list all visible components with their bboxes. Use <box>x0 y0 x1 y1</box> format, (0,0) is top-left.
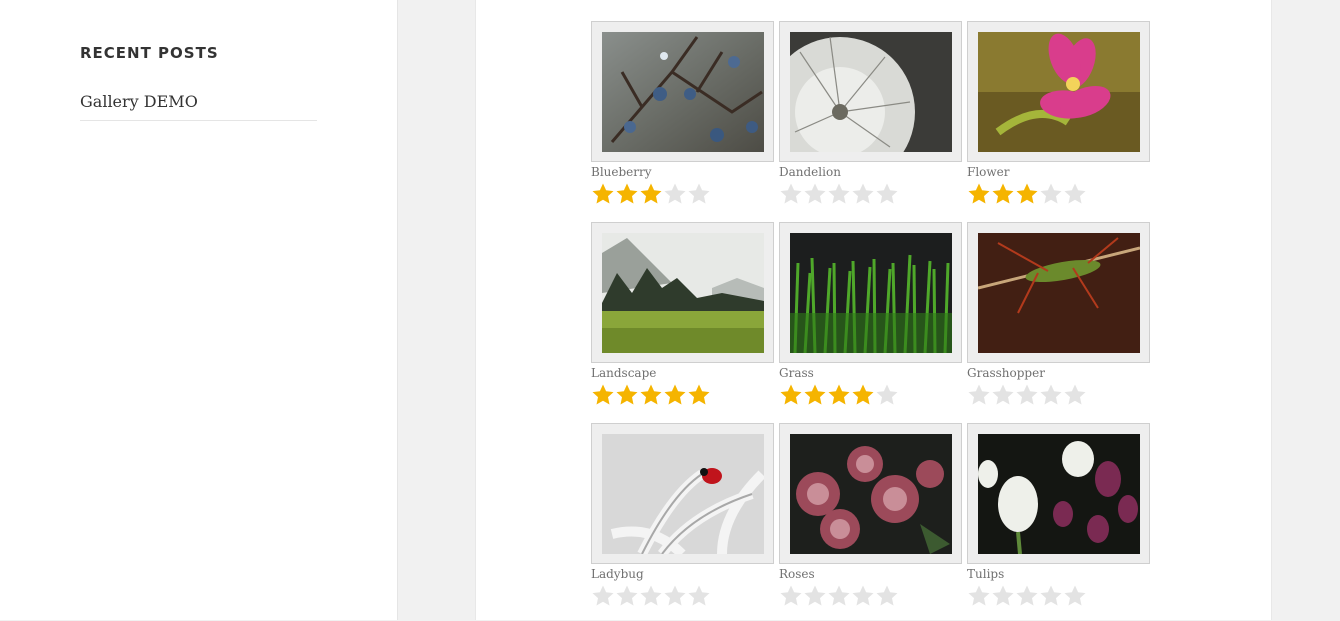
sidebar: RECENT POSTS Gallery DEMO <box>0 0 398 620</box>
gallery-thumbnail[interactable] <box>967 423 1150 564</box>
star-filled-icon[interactable] <box>591 383 615 407</box>
gallery-item-grass: Grass <box>779 222 962 409</box>
star-empty-icon[interactable] <box>591 584 615 608</box>
star-rating[interactable] <box>967 584 1149 610</box>
star-empty-icon[interactable] <box>687 182 711 206</box>
gallery-caption: Grass <box>779 366 814 380</box>
star-empty-icon[interactable] <box>663 182 687 206</box>
blueberry-image <box>602 32 764 152</box>
star-filled-icon[interactable] <box>991 182 1015 206</box>
gallery-caption: Dandelion <box>779 165 841 179</box>
recent-posts-title: RECENT POSTS <box>80 44 219 62</box>
star-empty-icon[interactable] <box>967 584 991 608</box>
star-filled-icon[interactable] <box>803 383 827 407</box>
gallery-grid: Blueberry Dandelion Flower Landscape Gra… <box>591 21 1151 621</box>
star-rating[interactable] <box>779 584 961 610</box>
gallery-caption: Blueberry <box>591 165 652 179</box>
grass-image <box>790 233 952 353</box>
gallery-item-grasshopper: Grasshopper <box>967 222 1150 409</box>
star-empty-icon[interactable] <box>851 584 875 608</box>
gallery-caption: Flower <box>967 165 1010 179</box>
gallery-caption: Roses <box>779 567 815 581</box>
star-empty-icon[interactable] <box>875 182 899 206</box>
star-empty-icon[interactable] <box>687 584 711 608</box>
star-rating[interactable] <box>779 182 961 208</box>
roses-image <box>790 434 952 554</box>
star-filled-icon[interactable] <box>687 383 711 407</box>
star-filled-icon[interactable] <box>827 383 851 407</box>
star-filled-icon[interactable] <box>615 383 639 407</box>
star-filled-icon[interactable] <box>1015 182 1039 206</box>
star-empty-icon[interactable] <box>851 182 875 206</box>
gallery-thumbnail[interactable] <box>591 21 774 162</box>
gallery-item-ladybug: Ladybug <box>591 423 774 610</box>
star-empty-icon[interactable] <box>779 584 803 608</box>
star-empty-icon[interactable] <box>827 182 851 206</box>
star-rating[interactable] <box>779 383 961 409</box>
star-empty-icon[interactable] <box>827 584 851 608</box>
star-empty-icon[interactable] <box>967 383 991 407</box>
gallery-caption: Grasshopper <box>967 366 1045 380</box>
gallery-thumbnail[interactable] <box>779 21 962 162</box>
ladybug-image <box>602 434 764 554</box>
gallery-caption: Ladybug <box>591 567 644 581</box>
star-empty-icon[interactable] <box>875 584 899 608</box>
star-empty-icon[interactable] <box>615 584 639 608</box>
tulips-image <box>978 434 1140 554</box>
star-filled-icon[interactable] <box>639 182 663 206</box>
gallery-caption: Tulips <box>967 567 1005 581</box>
gallery-thumbnail[interactable] <box>591 222 774 363</box>
gallery-item-landscape: Landscape <box>591 222 774 409</box>
star-rating[interactable] <box>967 182 1149 208</box>
gallery-item-tulips: Tulips <box>967 423 1150 610</box>
star-filled-icon[interactable] <box>591 182 615 206</box>
gallery-item-roses: Roses <box>779 423 962 610</box>
gallery-thumbnail[interactable] <box>967 21 1150 162</box>
star-filled-icon[interactable] <box>663 383 687 407</box>
star-rating[interactable] <box>591 182 773 208</box>
gallery-thumbnail[interactable] <box>779 222 962 363</box>
gallery-item-flower: Flower <box>967 21 1150 208</box>
star-rating[interactable] <box>591 383 773 409</box>
star-filled-icon[interactable] <box>851 383 875 407</box>
star-empty-icon[interactable] <box>1015 383 1039 407</box>
star-rating[interactable] <box>967 383 1149 409</box>
star-empty-icon[interactable] <box>639 584 663 608</box>
star-rating[interactable] <box>591 584 773 610</box>
gallery-item-blueberry: Blueberry <box>591 21 774 208</box>
star-empty-icon[interactable] <box>803 182 827 206</box>
gallery-thumbnail[interactable] <box>779 423 962 564</box>
dandelion-image <box>790 32 952 152</box>
star-filled-icon[interactable] <box>779 383 803 407</box>
gallery-caption: Landscape <box>591 366 657 380</box>
star-empty-icon[interactable] <box>803 584 827 608</box>
star-empty-icon[interactable] <box>1063 182 1087 206</box>
star-empty-icon[interactable] <box>1039 383 1063 407</box>
star-filled-icon[interactable] <box>615 182 639 206</box>
star-filled-icon[interactable] <box>639 383 663 407</box>
star-empty-icon[interactable] <box>1063 383 1087 407</box>
gallery-thumbnail[interactable] <box>967 222 1150 363</box>
star-filled-icon[interactable] <box>967 182 991 206</box>
star-empty-icon[interactable] <box>991 584 1015 608</box>
star-empty-icon[interactable] <box>663 584 687 608</box>
star-empty-icon[interactable] <box>991 383 1015 407</box>
star-empty-icon[interactable] <box>1039 584 1063 608</box>
star-empty-icon[interactable] <box>875 383 899 407</box>
gallery-item-dandelion: Dandelion <box>779 21 962 208</box>
star-empty-icon[interactable] <box>1063 584 1087 608</box>
flower-image <box>978 32 1140 152</box>
landscape-image <box>602 233 764 353</box>
gallery-thumbnail[interactable] <box>591 423 774 564</box>
star-empty-icon[interactable] <box>779 182 803 206</box>
grasshopper-image <box>978 233 1140 353</box>
recent-post-link[interactable]: Gallery DEMO <box>80 92 317 121</box>
star-empty-icon[interactable] <box>1039 182 1063 206</box>
star-empty-icon[interactable] <box>1015 584 1039 608</box>
